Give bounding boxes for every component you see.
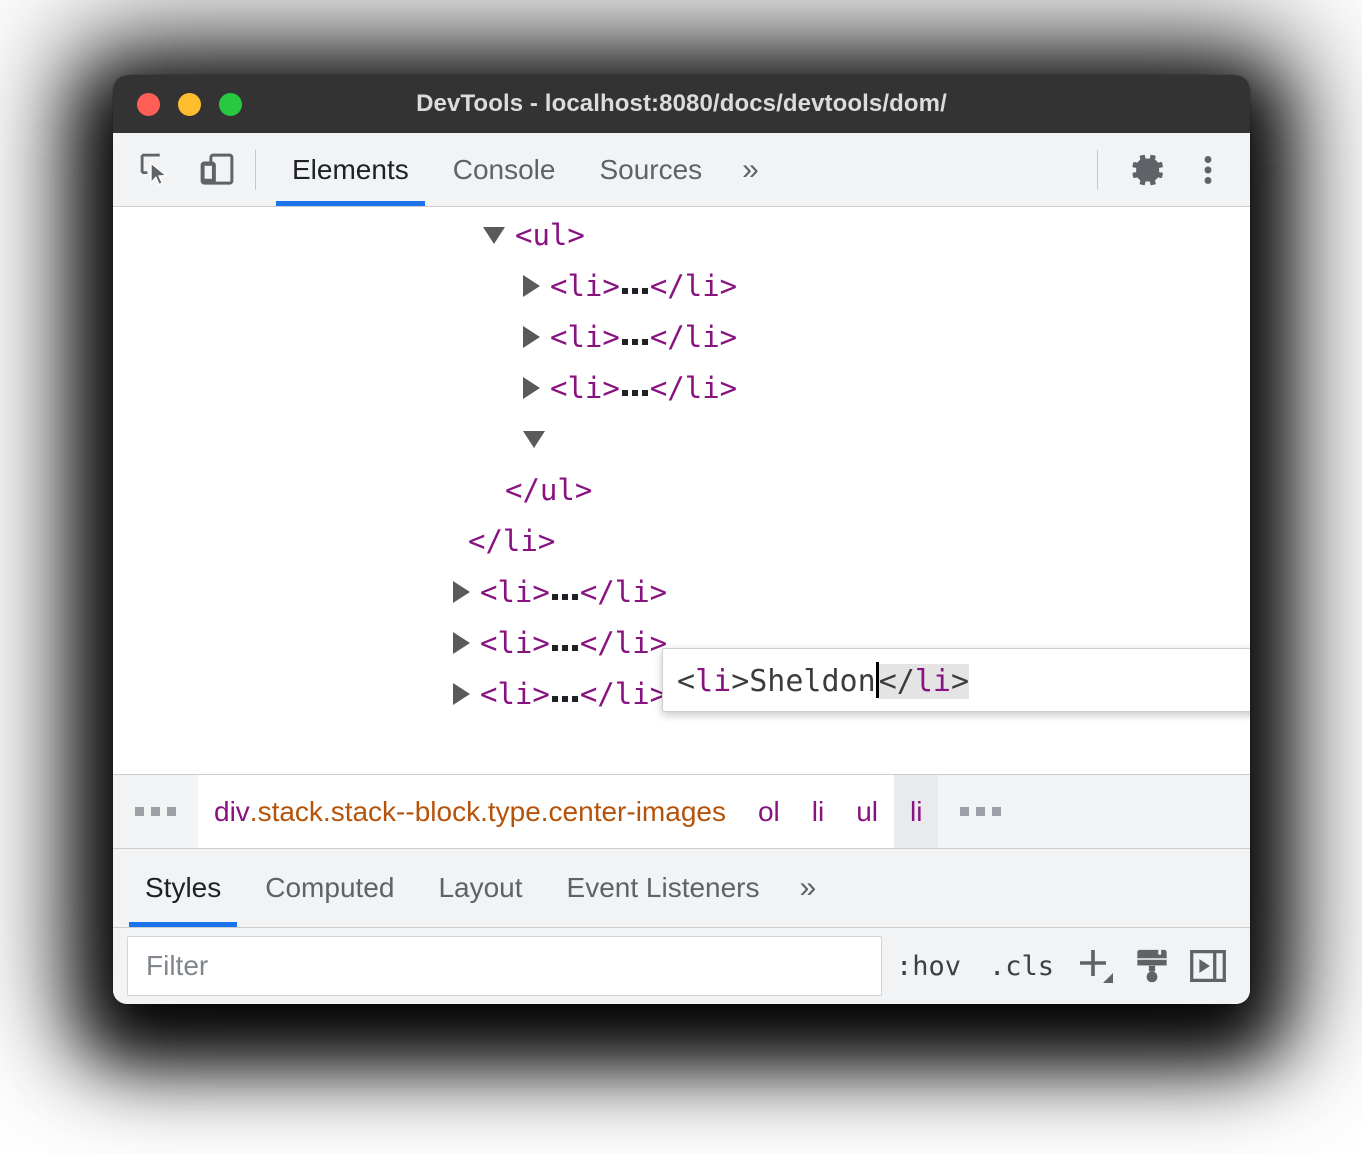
window-titlebar: DevTools - localhost:8080/docs/devtools/… (113, 75, 1250, 133)
devtools-window: DevTools - localhost:8080/docs/devtools/… (113, 75, 1250, 1004)
breadcrumb-item-li[interactable]: li (795, 775, 841, 848)
twisty-closed-icon[interactable] (523, 377, 540, 399)
dom-node-edit-box[interactable]: <li>Sheldon </li> (662, 648, 1250, 712)
dom-node-ul-close: </ul> (505, 473, 593, 507)
ellipsis-icon (621, 361, 648, 412)
tab-console[interactable]: Console (431, 133, 578, 206)
breadcrumb-tag: div (214, 795, 250, 827)
tab-event-listeners[interactable]: Event Listeners (545, 849, 782, 927)
tab-layout[interactable]: Layout (416, 849, 544, 927)
breadcrumb: div .stack.stack--block.type.center-image… (113, 775, 1250, 849)
maximize-window-button[interactable] (219, 92, 242, 116)
device-toolbar-icon[interactable] (193, 146, 241, 194)
breadcrumb-classes: .stack.stack--block.type.center-images (249, 795, 726, 827)
ellipsis-icon (621, 310, 648, 361)
twisty-closed-icon[interactable] (453, 683, 470, 705)
dom-node-li-open: <li> (550, 320, 620, 354)
tab-computed[interactable]: Computed (243, 849, 416, 927)
styles-filter-toolbar: Filter :hov .cls (113, 928, 1250, 1004)
dom-row[interactable]: </li> (113, 516, 1250, 567)
window-title: DevTools - localhost:8080/docs/devtools/… (416, 90, 947, 117)
toolbar-divider (255, 149, 256, 190)
dom-node-ul: <ul> (515, 218, 585, 252)
toolbar-divider-right (1097, 149, 1098, 190)
edit-close-tag: li (914, 663, 951, 699)
breadcrumb-item-div[interactable]: div .stack.stack--block.type.center-image… (198, 775, 742, 848)
ellipsis-icon (551, 667, 578, 718)
more-tabs-chevron-icon[interactable]: » (724, 153, 777, 187)
twisty-closed-icon[interactable] (453, 581, 470, 603)
more-bottom-tabs-chevron-icon[interactable]: » (782, 871, 835, 905)
dom-node-li-close: </li> (649, 269, 738, 303)
dom-node-li-close: </li> (579, 677, 668, 711)
devtools-main-toolbar: Elements Console Sources » (113, 133, 1250, 207)
dom-row-editing[interactable] (113, 414, 1250, 465)
dom-node-li-close: </li> (468, 524, 556, 558)
twisty-closed-icon[interactable] (453, 632, 470, 654)
gear-icon[interactable] (1124, 146, 1172, 194)
dom-node-li-close: </li> (649, 320, 738, 354)
screenshot-root: DevTools - localhost:8080/docs/devtools/… (0, 0, 1362, 1154)
close-window-button[interactable] (137, 92, 160, 116)
breadcrumb-overflow-right[interactable] (938, 775, 1024, 848)
dom-node-edit-text[interactable]: <li>Sheldon </li> (663, 661, 969, 699)
twisty-closed-icon[interactable] (523, 326, 540, 348)
paintbrush-icon[interactable] (1124, 937, 1180, 995)
twisty-open-icon[interactable] (523, 430, 545, 448)
dom-node-li-close: </li> (579, 575, 668, 609)
dom-tree-panel[interactable]: <p>…</p> <ul> <li></li> <li></li> <li></… (113, 207, 1250, 775)
tab-elements[interactable]: Elements (270, 133, 431, 206)
breadcrumb-item-li-selected[interactable]: li (894, 775, 939, 848)
edit-value: Sheldon (749, 663, 876, 699)
filter-input[interactable]: Filter (127, 936, 882, 996)
edit-open-bracket: < (677, 663, 696, 699)
dom-tree: <p>…</p> <ul> <li></li> <li></li> <li></… (113, 207, 1250, 720)
dom-node-li-close: </li> (649, 371, 738, 405)
breadcrumb-overflow-left[interactable] (113, 775, 198, 848)
dom-row[interactable]: <li> </li> (113, 363, 1250, 414)
edit-selected-markup: </li> (878, 663, 969, 699)
window-controls (137, 92, 242, 116)
styles-pane-tabbar: Styles Computed Layout Event Listeners » (113, 849, 1250, 928)
tab-styles[interactable]: Styles (123, 849, 243, 927)
ellipsis-icon (551, 616, 578, 667)
inspect-element-icon[interactable] (133, 146, 181, 194)
overflow-dots-icon (960, 807, 1002, 816)
minimize-window-button[interactable] (178, 92, 201, 116)
dom-row[interactable]: <li> </li> (113, 261, 1250, 312)
tab-sources[interactable]: Sources (577, 133, 724, 206)
dom-node-li-open: <li> (550, 269, 620, 303)
toggle-hover-state-button[interactable]: :hov (882, 937, 975, 995)
overflow-dots-icon (135, 807, 176, 816)
dom-node-li-open: <li> (480, 677, 550, 711)
panel-toggle-icon[interactable] (1180, 937, 1236, 995)
ellipsis-icon (551, 565, 578, 616)
more-vertical-icon[interactable] (1184, 146, 1232, 194)
edit-open-tag: li (695, 663, 732, 699)
plus-icon[interactable] (1068, 937, 1124, 995)
edit-close-bracket: > (731, 663, 750, 699)
ellipsis-icon (621, 259, 648, 310)
dom-row[interactable]: <li> </li> (113, 567, 1250, 618)
dom-node-li-open: <li> (550, 371, 620, 405)
dom-node-li-close: </li> (579, 626, 668, 660)
twisty-open-icon[interactable] (483, 226, 505, 244)
dom-row[interactable]: </ul> (113, 465, 1250, 516)
toolbar-right-group (1083, 146, 1250, 194)
toggle-class-button[interactable]: .cls (975, 937, 1068, 995)
dom-row[interactable]: <li> </li> (113, 312, 1250, 363)
dom-node-li-open: <li> (480, 626, 550, 660)
twisty-closed-icon[interactable] (523, 275, 540, 297)
dom-node-li-open: <li> (480, 575, 550, 609)
breadcrumb-item-ul[interactable]: ul (840, 775, 895, 848)
dom-row[interactable]: <ul> (113, 210, 1250, 261)
breadcrumb-item-ol[interactable]: ol (741, 775, 796, 848)
